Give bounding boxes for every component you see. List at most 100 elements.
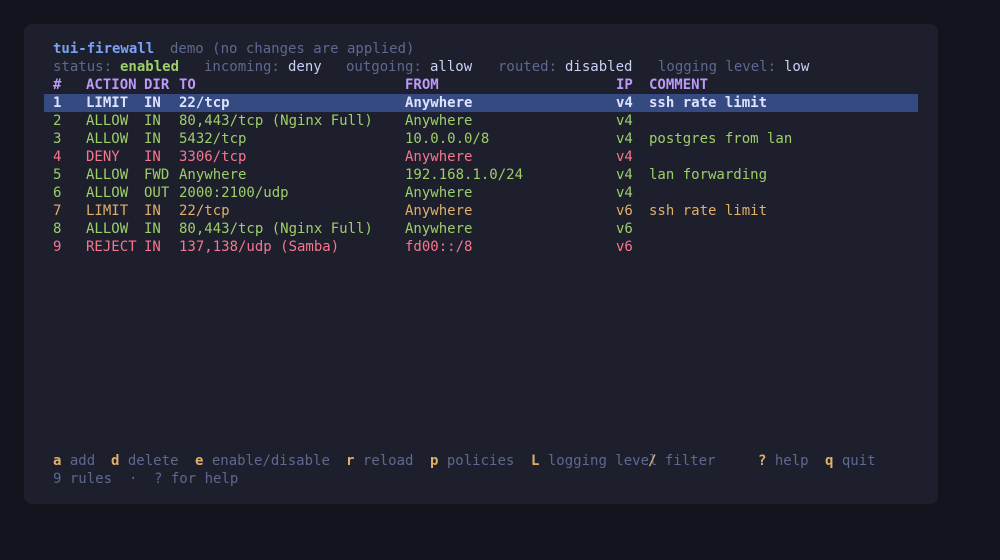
rule-action: LIMIT [86,203,129,219]
rule-count: 9 rules [53,471,113,487]
keybindings-bar: a add d delete e enable/disable r reload p p… [53,452,918,470]
rule-from: Anywhere [405,113,473,129]
rule-number: 3 [53,131,62,147]
rule-to: 80,443/tcp (Nginx Full) [179,221,373,237]
rule-number: 7 [53,203,62,219]
rule-to: 2000:2100/udp [179,185,289,201]
rule-ip-version: v4 [616,131,633,147]
rule-to: Anywhere [179,167,247,183]
keybinding-label: quit [841,453,876,469]
table-row[interactable]: 7 LIMIT IN 22/tcp Anywhere v6 ssh rate limit [44,202,918,220]
rule-ip-version: v4 [616,113,633,129]
rule-to: 137,138/udp (Samba) [179,239,340,255]
terminal-window: tui-firewall demo (no changes are applie… [24,24,938,504]
rule-number: 1 [53,95,62,111]
logging-label: logging level: [658,59,777,75]
keybinding-label: policies [446,453,515,469]
keybinding-hint[interactable]: a add [53,452,95,470]
rule-action: REJECT [86,239,137,255]
rule-ip-version: v6 [616,203,633,219]
keybinding-label: enable/disable [211,453,330,469]
rule-action: ALLOW [86,185,129,201]
table-row[interactable]: 9 REJECT IN 137,138/udp (Samba) fd00::/8 v6 [44,238,918,256]
rule-to: 3306/tcp [179,149,247,165]
table-row[interactable]: 5 ALLOW FWD Anywhere 192.168.1.0/24 v4 lan for… [44,166,918,184]
logging-value: low [784,59,810,75]
rule-ip-version: v4 [616,95,633,111]
keybinding-hint[interactable]: r reload [346,452,413,470]
rule-action: ALLOW [86,167,129,183]
rule-number: 8 [53,221,62,237]
app-title: tui-firewall [53,41,155,57]
rule-ip-version: v6 [616,221,633,237]
rule-from: fd00::/8 [405,239,473,255]
rule-direction: IN [144,149,161,165]
rule-from: Anywhere [405,221,473,237]
column-header-number: # [53,77,62,93]
footer-separator: · [129,471,138,487]
table-row[interactable]: 8 ALLOW IN 80,443/tcp (Nginx Full) Anywhere v… [44,220,918,238]
keybinding-hint[interactable]: / filter [648,452,715,470]
rule-ip-version: v4 [616,149,633,165]
rule-direction: IN [144,221,161,237]
column-header-dir: DIR [144,77,170,93]
table-row[interactable]: 2 ALLOW IN 80,443/tcp (Nginx Full) Anywhere v… [44,112,918,130]
app-subtitle: demo (no changes are applied) [170,41,415,57]
rule-direction: OUT [144,185,170,201]
keybinding-hint[interactable]: ? help [758,452,809,470]
table-row[interactable]: 4 DENY IN 3306/tcp Anywhere v4 [44,148,918,166]
rule-to: 22/tcp [179,203,230,219]
rule-action: ALLOW [86,131,129,147]
rule-comment: ssh rate limit [649,95,768,111]
rule-action: LIMIT [86,95,129,111]
rule-action: DENY [86,149,120,165]
rule-number: 4 [53,149,62,165]
rule-comment: lan forwarding [649,167,768,183]
keybinding-label: delete [127,453,179,469]
keybinding-hint[interactable]: d delete [111,452,178,470]
routed-value: disabled [565,59,633,75]
rule-number: 6 [53,185,62,201]
rule-ip-version: v4 [616,167,633,183]
table-header: # ACTION DIR TO FROM IP COMMENT [53,76,918,94]
rule-from: 192.168.1.0/24 [405,167,524,183]
rule-from: Anywhere [405,95,473,111]
keybinding-label: logging level [547,453,658,469]
title-bar: tui-firewall demo (no changes are applie… [53,40,918,58]
rule-direction: IN [144,239,161,255]
rule-number: 9 [53,239,62,255]
rule-comment: postgres from lan [649,131,793,147]
table-row[interactable]: 3 ALLOW IN 5432/tcp 10.0.0.0/8 v4 postgres fro… [44,130,918,148]
rule-from: Anywhere [405,203,473,219]
status-label: status: [53,59,113,75]
rule-direction: FWD [144,167,170,183]
rule-ip-version: v4 [616,185,633,201]
keybinding-hint[interactable]: L logging level [531,452,657,470]
keybinding-label: filter [664,453,716,469]
status-line: status: enabled incoming: deny outgoing:… [53,58,918,76]
rule-action: ALLOW [86,221,129,237]
column-header-comment: COMMENT [649,77,709,93]
keybinding-label: help [774,453,809,469]
outgoing-value: allow [430,59,473,75]
keybinding-label: reload [362,453,414,469]
rule-direction: IN [144,203,161,219]
rule-number: 5 [53,167,62,183]
column-header-ip: IP [616,77,633,93]
outgoing-label: outgoing: [346,59,422,75]
table-row[interactable]: 1 LIMIT IN 22/tcp Anywhere v4 ssh rate limit [44,94,918,112]
keybinding-hint[interactable]: e enable/disable [195,452,330,470]
keybinding-hint[interactable]: q quit [825,452,876,470]
incoming-label: incoming: [204,59,280,75]
rule-to: 22/tcp [179,95,230,111]
keybinding-label: add [69,453,96,469]
rule-number: 2 [53,113,62,129]
help-hint: ? for help [154,471,239,487]
keybinding-hint[interactable]: p policies [430,452,514,470]
rule-to: 80,443/tcp (Nginx Full) [179,113,373,129]
table-row[interactable]: 6 ALLOW OUT 2000:2100/udp Anywhere v4 [44,184,918,202]
rule-direction: IN [144,95,161,111]
routed-label: routed: [498,59,558,75]
column-header-action: ACTION [86,77,137,93]
column-header-from: FROM [405,77,439,93]
